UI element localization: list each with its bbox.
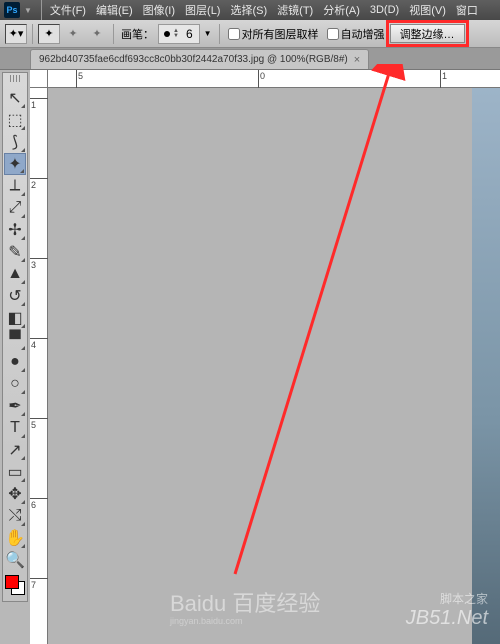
app-menu-arrow[interactable]: ▼: [24, 6, 32, 15]
brush-stepper-icon: ▲▼: [173, 29, 179, 39]
sample-all-layers-checkbox[interactable]: 对所有图层取样: [228, 26, 319, 42]
history-brush-tool[interactable]: ↺: [4, 285, 26, 307]
3d-tool[interactable]: ✥: [4, 483, 26, 505]
menu-3d[interactable]: 3D(D): [365, 4, 404, 16]
foreground-color-swatch[interactable]: [5, 575, 19, 589]
menu-window[interactable]: 窗口: [451, 2, 483, 18]
spot-heal-tool[interactable]: ✢: [4, 219, 26, 241]
menu-view[interactable]: 视图(V): [404, 2, 451, 18]
menu-select[interactable]: 选择(S): [225, 2, 272, 18]
document-canvas[interactable]: [48, 88, 500, 644]
3d-camera-tool[interactable]: ⤭: [4, 505, 26, 527]
document-tab-title: 962bd40735fae6cdf693cc8c0bb30f2442a70f33…: [39, 54, 348, 65]
menu-file[interactable]: 文件(F): [45, 2, 91, 18]
brush-preset-picker[interactable]: ▲▼ 6: [158, 24, 200, 44]
shape-tool[interactable]: ▭: [4, 461, 26, 483]
vertical-ruler[interactable]: 1234567: [30, 88, 48, 644]
watermark-baidu: Baidu 百度经验 jingyan.baidu.com: [170, 586, 320, 626]
toolbox-grip[interactable]: [5, 75, 25, 83]
auto-enhance-checkbox[interactable]: 自动增强: [327, 26, 385, 42]
menu-filter[interactable]: 滤镜(T): [272, 2, 318, 18]
refine-edge-button[interactable]: 调整边缘…: [390, 24, 465, 43]
eraser-tool[interactable]: ◧: [4, 307, 26, 329]
move-tool[interactable]: ↖: [4, 87, 26, 109]
auto-enhance-label: 自动增强: [341, 26, 385, 42]
new-selection-icon[interactable]: ✦: [38, 24, 60, 44]
type-tool[interactable]: T: [4, 417, 26, 439]
menu-image[interactable]: 图像(I): [138, 2, 180, 18]
sample-all-layers-label: 对所有图层取样: [242, 26, 319, 42]
watermark-jb51: 脚本之家 JB51.Net: [406, 590, 488, 630]
tab-close-icon[interactable]: ×: [354, 54, 360, 66]
blur-tool[interactable]: ●: [4, 351, 26, 373]
subtract-selection-icon[interactable]: ✦: [86, 24, 108, 44]
menu-analysis[interactable]: 分析(A): [318, 2, 365, 18]
options-bar: ✦▾ ✦ ✦ ✦ 画笔： ▲▼ 6 ▼ 对所有图层取样 自动增强 调整边缘…: [0, 20, 500, 48]
dodge-tool[interactable]: ○: [4, 373, 26, 395]
canvas-area: 501 1234567: [30, 70, 500, 644]
document-tab[interactable]: 962bd40735fae6cdf693cc8c0bb30f2442a70f33…: [30, 49, 369, 69]
lasso-tool[interactable]: ⟆: [4, 131, 26, 153]
horizontal-ruler[interactable]: 501: [48, 70, 500, 88]
pen-tool[interactable]: ✒: [4, 395, 26, 417]
brush-dropdown-arrow[interactable]: ▼: [204, 29, 212, 38]
marquee-tool[interactable]: ⬚: [4, 109, 26, 131]
toolbox: ↖⬚⟆✦⟂⤢✢✎▲↺◧▀●○✒T↗▭✥⤭✋🔍: [2, 72, 28, 602]
app-logo: Ps: [4, 2, 20, 18]
zoom-tool[interactable]: 🔍: [4, 549, 26, 571]
crop-tool[interactable]: ⟂: [4, 175, 26, 197]
brush-preview-icon: [164, 31, 170, 37]
active-tool-icon[interactable]: ✦▾: [5, 24, 27, 44]
brush-size-value: 6: [182, 27, 197, 41]
gradient-tool[interactable]: ▀: [4, 329, 26, 351]
brush-tool[interactable]: ✎: [4, 241, 26, 263]
eyedropper-tool[interactable]: ⤢: [4, 197, 26, 219]
brush-label: 画笔：: [121, 26, 154, 42]
hand-tool[interactable]: ✋: [4, 527, 26, 549]
clone-stamp-tool[interactable]: ▲: [4, 263, 26, 285]
image-content: [472, 88, 500, 644]
document-tab-bar: 962bd40735fae6cdf693cc8c0bb30f2442a70f33…: [0, 48, 500, 70]
path-select-tool[interactable]: ↗: [4, 439, 26, 461]
ruler-origin[interactable]: [30, 70, 48, 88]
menu-bar: Ps ▼ 文件(F) 编辑(E) 图像(I) 图层(L) 选择(S) 滤镜(T)…: [0, 0, 500, 20]
menu-layer[interactable]: 图层(L): [180, 2, 225, 18]
menu-edit[interactable]: 编辑(E): [91, 2, 138, 18]
quick-select-tool[interactable]: ✦: [4, 153, 26, 175]
add-selection-icon[interactable]: ✦: [62, 24, 84, 44]
color-swatches[interactable]: [5, 575, 25, 595]
